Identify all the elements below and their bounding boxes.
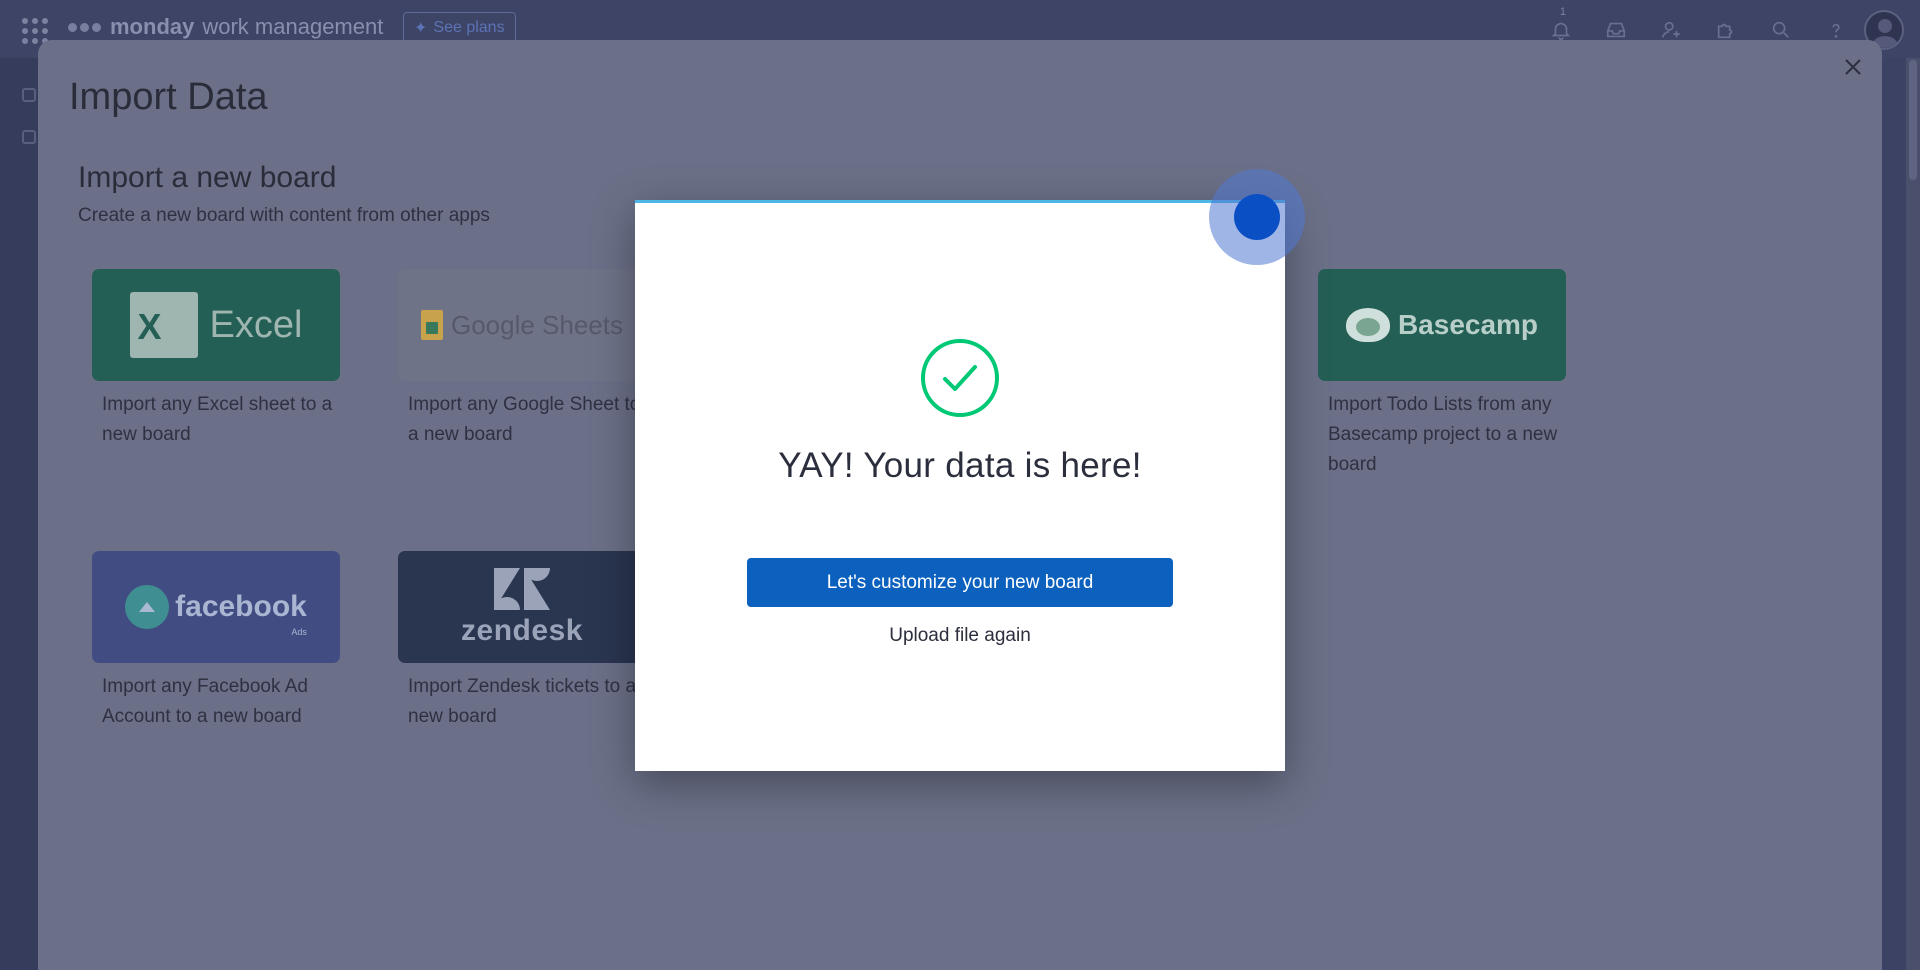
left-sidebar — [0, 58, 38, 970]
sparkle-icon: ✦ — [414, 20, 428, 37]
import-card-google-sheets[interactable]: Google Sheets — [398, 269, 646, 381]
brand[interactable]: monday work management — [68, 14, 383, 40]
google-sheets-logo-icon: Google Sheets — [420, 310, 623, 341]
my-work-icon[interactable] — [22, 130, 36, 144]
upload-file-again-link[interactable]: Upload file again — [635, 625, 1285, 647]
zendesk-logo-icon: zendesk — [461, 566, 583, 648]
import-card-zendesk[interactable]: zendesk — [398, 551, 646, 663]
home-icon[interactable] — [22, 88, 36, 102]
success-check-icon — [921, 339, 999, 417]
basecamp-logo-icon: Basecamp — [1345, 308, 1538, 342]
import-card-excel-description: Import any Excel sheet to a new board — [102, 394, 333, 445]
section-title: Import a new board — [78, 161, 337, 194]
page-title: Import Data — [69, 76, 268, 118]
scrollbar[interactable] — [1906, 58, 1920, 970]
click-indicator-dot — [1234, 194, 1280, 240]
modal-title: YAY! Your data is here! — [778, 446, 1142, 485]
excel-logo-icon: X Excel — [129, 292, 302, 358]
section-subtitle: Create a new board with content from oth… — [78, 205, 490, 226]
import-card-zendesk-description: Import Zendesk tickets to a new board — [408, 676, 637, 727]
import-card-facebook-ads-description: Import any Facebook Ad Account to a new … — [102, 676, 308, 727]
import-card-basecamp[interactable]: Basecamp — [1318, 269, 1566, 381]
apps-grid-icon[interactable] — [22, 18, 48, 44]
import-card-basecamp-description: Import Todo Lists from any Basecamp proj… — [1328, 394, 1558, 475]
facebook-ads-logo-icon: facebook Ads — [125, 585, 307, 637]
import-success-modal: YAY! Your data is here! Let's customize … — [635, 200, 1285, 771]
import-card-excel[interactable]: X Excel — [92, 269, 340, 381]
close-icon — [1845, 59, 1861, 75]
import-card-google-sheets-description: Import any Google Sheet to a new board — [408, 394, 641, 445]
import-card-facebook-ads[interactable]: facebook Ads — [92, 551, 340, 663]
see-plans-label: See plans — [433, 19, 505, 36]
monday-logo-icon — [68, 17, 102, 37]
brand-subtitle: work management — [202, 14, 384, 39]
brand-name: monday — [110, 14, 195, 39]
customize-board-button[interactable]: Let's customize your new board — [747, 558, 1173, 607]
close-button[interactable] — [1840, 54, 1866, 80]
